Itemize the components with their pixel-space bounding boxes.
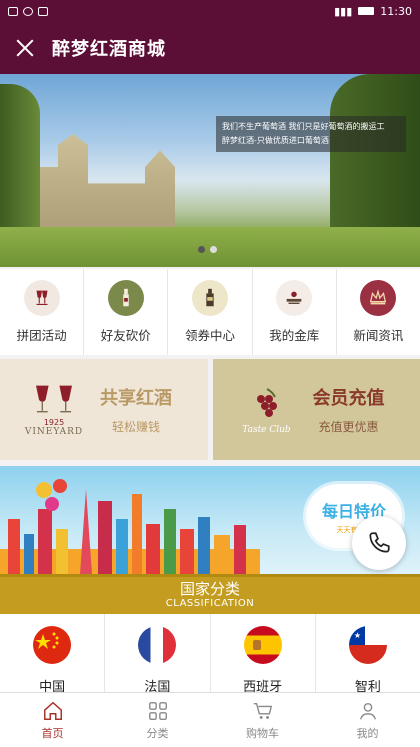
signal-icon: ▮▮▮	[334, 4, 353, 18]
menu-item-news[interactable]: 新闻资讯	[337, 269, 420, 355]
tab-label: 购物车	[246, 726, 279, 740]
country-list: 中国 法国 西班牙 ★ 智利	[0, 614, 420, 704]
hero-banner[interactable]: 我们不生产葡萄酒 我们只是好葡萄酒的搬运工 醉梦红酒-只做优质进口葡萄酒	[0, 74, 420, 267]
crown-icon	[360, 280, 397, 316]
tab-cart[interactable]: 购物车	[210, 693, 315, 747]
menu-item-label: 拼团活动	[16, 328, 67, 343]
promo-share-wine[interactable]: 1925 VINEYARD 共享红酒 轻松赚钱	[0, 359, 208, 460]
close-icon[interactable]	[14, 37, 36, 59]
header-bar: 醉梦红酒商城	[0, 22, 420, 74]
app-screen: ▮▮▮ 11:30 醉梦红酒商城 我们不生产葡萄酒 我们只是好葡萄酒的搬运工 醉…	[0, 0, 420, 747]
country-item-spain[interactable]: 西班牙	[211, 614, 316, 704]
menu-item-vault[interactable]: 我的金库	[253, 269, 337, 355]
tab-home[interactable]: 首页	[0, 693, 105, 747]
bottom-tab-bar: 首页 分类 购物车 我的	[0, 692, 420, 747]
user-icon	[359, 702, 376, 719]
grid-icon	[148, 701, 167, 720]
menu-item-bargain[interactable]: 好友砍价	[84, 269, 169, 355]
banner-quote: 我们不生产葡萄酒 我们只是好葡萄酒的搬运工 醉梦红酒-只做优质进口葡萄酒	[216, 116, 406, 152]
tab-category[interactable]: 分类	[105, 693, 210, 747]
wine-pour-icon	[192, 280, 228, 316]
status-bar: ▮▮▮ 11:30	[0, 0, 420, 22]
promo-logo-text: Taste Club	[242, 424, 291, 435]
promo-logo-text: VINEYARD	[24, 427, 84, 437]
menu-item-label: 好友砍价	[100, 328, 151, 343]
section-subtitle: CLASSIFICATION	[165, 598, 255, 609]
banner-quote-line2: 醉梦红酒-只做优质进口葡萄酒	[222, 136, 329, 145]
tab-label: 首页	[41, 726, 64, 740]
page-title: 醉梦红酒商城	[52, 39, 166, 60]
promo-subtitle: 充值更优惠	[318, 420, 379, 434]
section-title: 国家分类	[179, 580, 240, 598]
phone-call-button[interactable]	[352, 516, 406, 570]
status-right: ▮▮▮ 11:30	[334, 5, 412, 18]
country-item-france[interactable]: 法国	[105, 614, 211, 704]
phone-icon	[369, 532, 390, 553]
menu-item-group-buy[interactable]: 拼团活动	[0, 269, 85, 355]
wine-bottle-icon	[107, 280, 144, 316]
status-left-icons	[8, 6, 48, 16]
country-section-header: 国家分类 CLASSIFICATION	[0, 574, 420, 614]
app-icon	[23, 6, 33, 16]
wine-logo-icon	[23, 280, 60, 316]
promo-title: 会员充值	[312, 388, 385, 409]
banner-dot[interactable]	[198, 246, 205, 253]
france-flag-icon	[138, 626, 177, 664]
vineyard-icon	[276, 280, 313, 316]
menu-item-label: 新闻资讯	[353, 328, 404, 343]
feature-menu: 拼团活动 好友砍价 领券中心 我的金库 新闻资讯	[0, 269, 420, 355]
chile-flag-icon: ★	[348, 626, 387, 664]
banner-dot[interactable]	[210, 246, 217, 253]
promo-member-recharge[interactable]: Taste Club 会员充值 充值更优惠	[212, 359, 420, 460]
tab-label: 我的	[356, 726, 379, 740]
promo-cards: 1925 VINEYARD 共享红酒 轻松赚钱 Taste Club 会员充值 …	[0, 359, 420, 460]
home-icon	[43, 701, 62, 720]
banner-quote-line1: 我们不生产葡萄酒 我们只是好葡萄酒的搬运工	[222, 122, 385, 131]
grapes-logo-icon: Taste Club	[227, 375, 307, 445]
menu-item-label: 领券中心	[185, 328, 236, 343]
country-item-chile[interactable]: ★ 智利	[316, 614, 420, 704]
tab-profile[interactable]: 我的	[315, 693, 420, 747]
promo-logo-year: 1925	[43, 418, 65, 427]
vineyard-logo-icon: 1925 VINEYARD	[14, 375, 94, 445]
menu-item-coupons[interactable]: 领券中心	[168, 269, 253, 355]
country-item-china[interactable]: 中国	[0, 614, 106, 704]
china-flag-icon	[33, 626, 72, 664]
balloons-illustration	[36, 479, 67, 511]
promo-subtitle: 轻松赚钱	[111, 420, 160, 434]
message-icon	[38, 6, 48, 16]
tab-label: 分类	[146, 726, 169, 740]
status-time: 11:30	[380, 4, 412, 18]
menu-item-label: 我的金库	[269, 328, 320, 343]
battery-icon	[358, 7, 375, 15]
notification-icon	[8, 6, 18, 16]
spain-flag-icon	[243, 626, 282, 664]
promo-title: 共享红酒	[100, 388, 172, 409]
cart-icon	[253, 702, 272, 719]
banner-pagination	[198, 246, 217, 253]
